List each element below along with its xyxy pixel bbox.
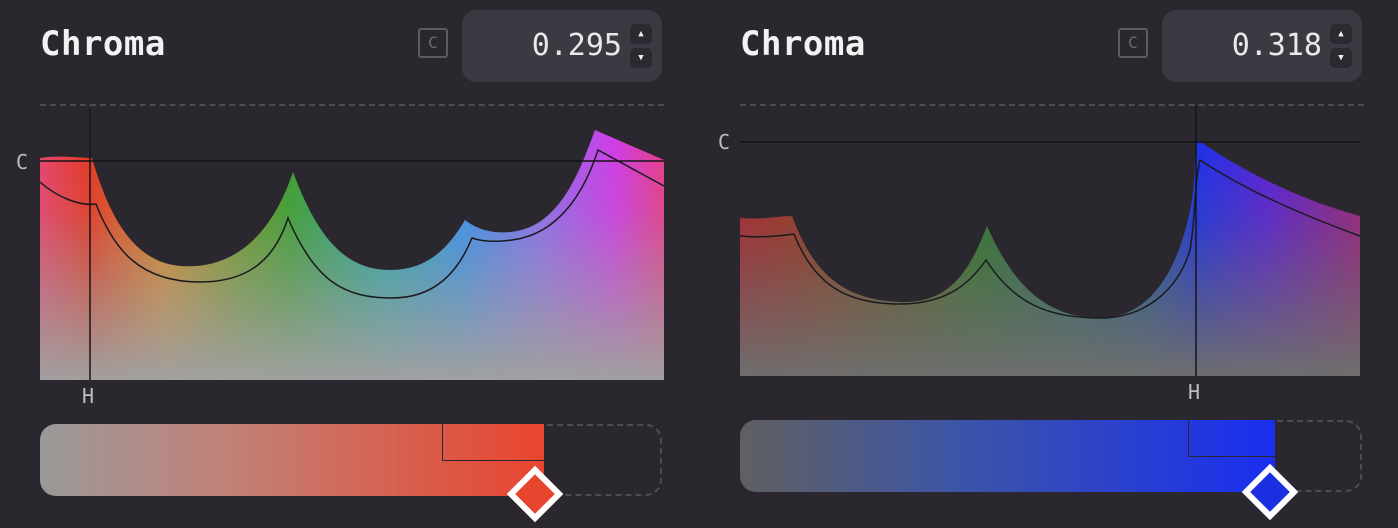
slider-max-marker — [442, 424, 545, 461]
axis-h-label: H — [82, 384, 95, 408]
axis-c-label: C — [718, 130, 731, 154]
slider-max-marker — [1188, 420, 1275, 457]
chroma-panel-left: Chroma C 0.295 ▲ ▼ C H — [0, 0, 665, 528]
chroma-panel-right: Chroma C 0.318 ▲ ▼ C H — [700, 0, 1364, 528]
gamut-area — [740, 140, 1360, 376]
axis-c-label: C — [16, 150, 29, 174]
axis-h-label: H — [1188, 380, 1201, 404]
gamut-area — [40, 130, 664, 380]
